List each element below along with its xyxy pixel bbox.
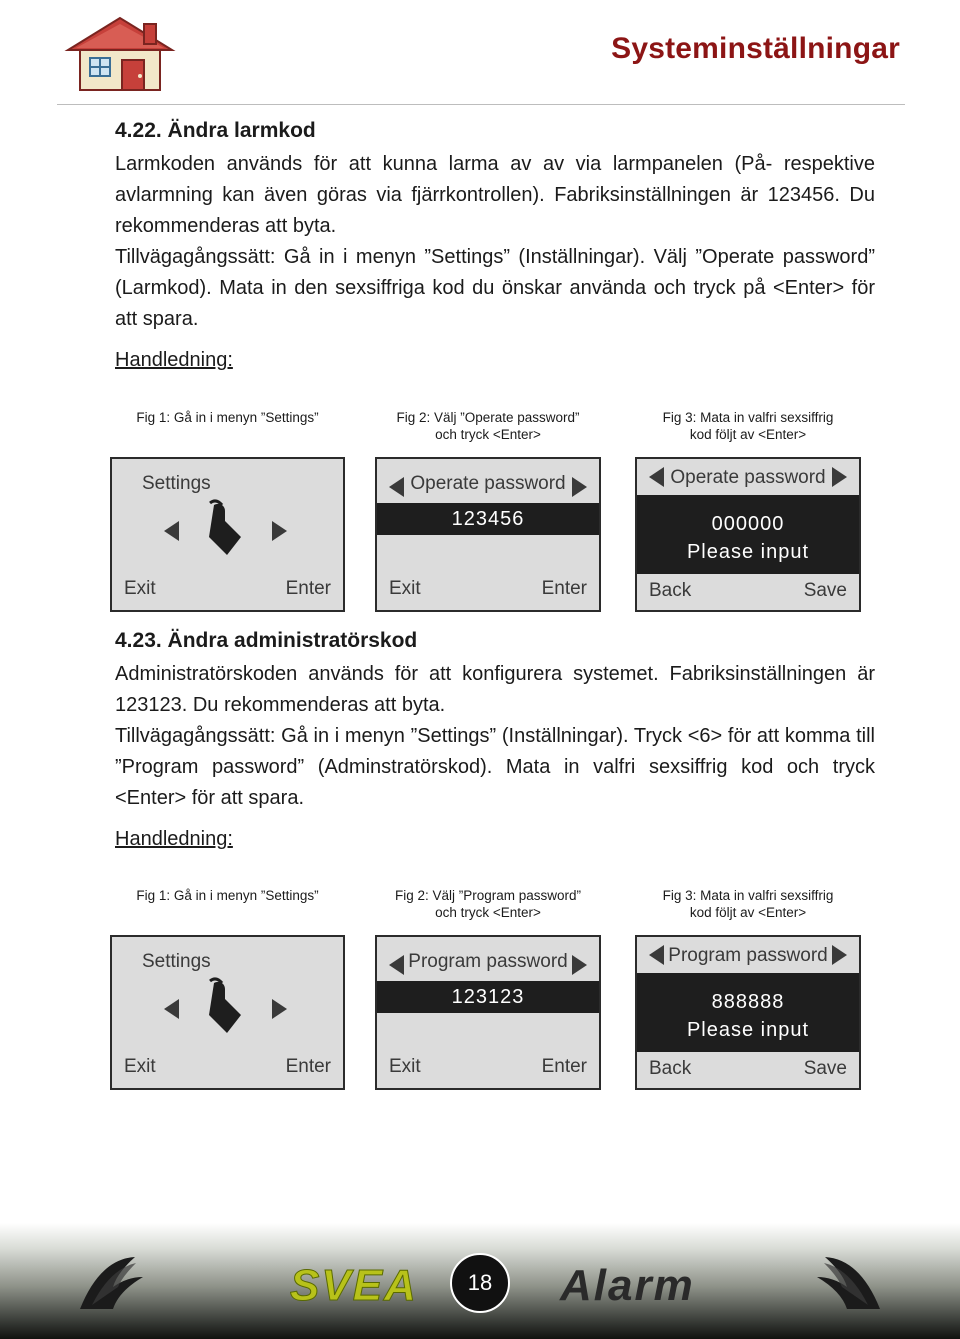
page-footer: SVEA 18 Alarm (0, 1223, 960, 1339)
header-divider (57, 104, 905, 105)
lcd-title: Settings (142, 473, 211, 494)
right-arrow-icon (572, 477, 587, 497)
right-arrow-icon (832, 467, 847, 487)
lcd-right-button[interactable]: Enter (286, 1056, 331, 1078)
figure-caption-1: Fig 1: Gå in i menyn ”Settings” (136, 888, 319, 903)
right-arrow-icon (572, 955, 587, 975)
figure-caption-2: Fig 2: Välj ”Operate password” och tryck… (375, 409, 601, 443)
right-arrow-icon (272, 999, 287, 1019)
bird-logo-icon (780, 1249, 890, 1324)
caption-line-2: och tryck <Enter> (435, 905, 541, 920)
section-paragraph-1: Administratörskoden används för att konf… (115, 663, 875, 716)
lcd-right-button[interactable]: Save (804, 1058, 847, 1080)
left-arrow-icon (649, 945, 664, 965)
right-arrow-icon (272, 521, 287, 541)
caption-line-1: Fig 3: Mata in valfri sexsiffrig (662, 410, 834, 425)
section-paragraph-1: Larmkoden används för att kunna larma av… (115, 153, 875, 237)
caption-line-2: kod följt av <Enter> (689, 905, 807, 920)
left-arrow-icon (164, 521, 179, 541)
lcd-code: 000000 (711, 513, 785, 535)
page-header: Systeminställningar (0, 0, 960, 105)
lcd-title: Operate password (410, 473, 566, 494)
caption-line-1: Fig 2: Välj ”Operate password” (396, 410, 580, 425)
house-logo-icon (60, 14, 180, 94)
section-4-23: 4.23. Ändra administratörskod Administra… (115, 629, 875, 857)
figure-row-1: Fig 1: Gå in i menyn ”Settings” Settings… (0, 409, 960, 612)
lcd-buttons: Back Save (637, 1058, 859, 1082)
lcd-buttons: Exit Enter (377, 578, 599, 602)
lcd-left-button[interactable]: Exit (389, 1056, 421, 1078)
lcd-left-button[interactable]: Exit (124, 578, 156, 600)
lcd-title: Program password (408, 951, 568, 972)
lcd-code: 888888 (711, 991, 785, 1013)
lcd-code-bar: 123456 (377, 503, 599, 535)
lcd-figure-3: Program password 888888 Please input Bac… (635, 935, 861, 1090)
lcd-prompt: Please input (686, 541, 810, 563)
lcd-right-button[interactable]: Enter (542, 578, 587, 600)
lcd-figure-2: Operate password 123456 Exit Enter (375, 457, 601, 612)
left-arrow-icon (164, 999, 179, 1019)
page-number: 18 (450, 1253, 510, 1313)
section-4-22: 4.22. Ändra larmkod Larmkoden används fö… (115, 119, 875, 378)
lcd-figure-3: Operate password 000000 Please input Bac… (635, 457, 861, 612)
hand-pointer-icon (200, 977, 260, 1042)
hand-pointer-icon (200, 499, 260, 564)
lcd-prompt: Please input (686, 1019, 810, 1041)
left-arrow-icon (649, 467, 664, 487)
lcd-left-button[interactable]: Back (649, 580, 691, 602)
lcd-buttons: Back Save (637, 580, 859, 604)
lcd-title: Settings (142, 951, 211, 972)
lcd-code-bar: 123123 (377, 981, 599, 1013)
figure-row-2: Fig 1: Gå in i menyn ”Settings” Settings… (0, 887, 960, 1090)
figure-caption-3: Fig 3: Mata in valfri sexsiffrig kod föl… (635, 409, 861, 443)
lcd-buttons: Exit Enter (377, 1056, 599, 1080)
lcd-right-button[interactable]: Enter (542, 1056, 587, 1078)
section-paragraph-2: Tillvägagångssätt: Gå in i menyn ”Settin… (115, 246, 875, 330)
brand-left: SVEA (290, 1261, 418, 1311)
lcd-figure-2: Program password 123123 Exit Enter (375, 935, 601, 1090)
caption-line-2: och tryck <Enter> (435, 427, 541, 442)
handledning-label: Handledning: (115, 349, 233, 371)
section-heading: 4.22. Ändra larmkod (115, 119, 316, 142)
lcd-title: Program password (668, 945, 828, 966)
caption-line-2: kod följt av <Enter> (689, 427, 807, 442)
lcd-title: Operate password (670, 467, 826, 488)
lcd-buttons: Exit Enter (112, 578, 343, 602)
left-arrow-icon (389, 955, 404, 975)
lcd-left-button[interactable]: Exit (389, 578, 421, 600)
lcd-right-button[interactable]: Save (804, 580, 847, 602)
caption-line-1: Fig 2: Välj ”Program password” (394, 888, 582, 903)
section-heading: 4.23. Ändra administratörskod (115, 629, 418, 652)
section-paragraph-2: Tillvägagångssätt: Gå in i menyn ”Settin… (115, 725, 875, 809)
lcd-figure-1: Settings Exit Enter (110, 457, 345, 612)
handledning-label: Handledning: (115, 828, 233, 850)
right-arrow-icon (832, 945, 847, 965)
brand-right: Alarm (560, 1261, 695, 1310)
lcd-left-button[interactable]: Back (649, 1058, 691, 1080)
bird-logo-icon (70, 1249, 180, 1324)
page-title: Systeminställningar (611, 32, 900, 65)
figure-caption-3: Fig 3: Mata in valfri sexsiffrig kod föl… (635, 887, 861, 921)
left-arrow-icon (389, 477, 404, 497)
caption-line-1: Fig 3: Mata in valfri sexsiffrig (662, 888, 834, 903)
lcd-code: 123456 (451, 508, 525, 530)
lcd-right-button[interactable]: Enter (286, 578, 331, 600)
figure-caption-2: Fig 2: Välj ”Program password” och tryck… (375, 887, 601, 921)
figure-caption-1: Fig 1: Gå in i menyn ”Settings” (136, 410, 319, 425)
lcd-buttons: Exit Enter (112, 1056, 343, 1080)
lcd-figure-1: Settings Exit Enter (110, 935, 345, 1090)
lcd-left-button[interactable]: Exit (124, 1056, 156, 1078)
lcd-code: 123123 (451, 986, 525, 1008)
